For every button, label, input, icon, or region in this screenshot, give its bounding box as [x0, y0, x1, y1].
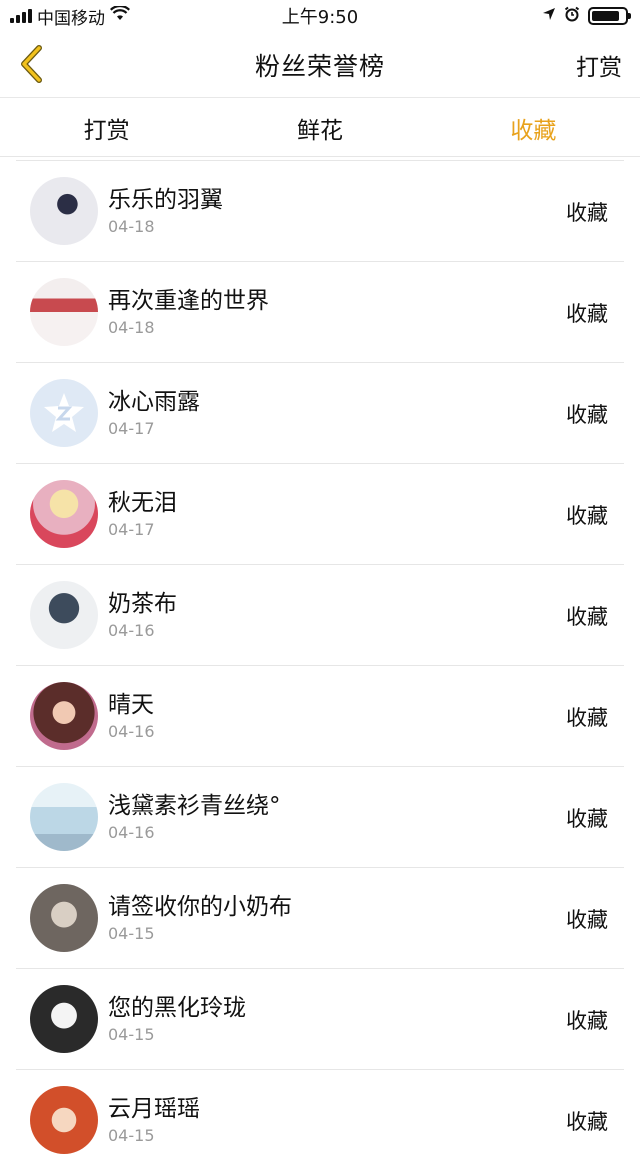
user-name: 云月瑶瑶 — [108, 1096, 200, 1122]
favorite-date: 04-17 — [108, 419, 155, 438]
user-name: 浅黛素衫青丝绕° — [108, 793, 281, 819]
avatar — [30, 480, 98, 548]
action-label: 收藏 — [566, 605, 608, 629]
favorite-date: 04-15 — [108, 924, 155, 943]
reward-button[interactable]: 打赏 — [576, 48, 622, 82]
favorite-date: 04-16 — [108, 722, 155, 741]
signal-icon — [10, 9, 32, 23]
user-name: 冰心雨露 — [108, 389, 200, 415]
tab-flowers[interactable]: 鲜花 — [213, 99, 426, 156]
action-label: 收藏 — [566, 201, 608, 225]
battery-icon — [588, 7, 631, 25]
favorite-date: 04-16 — [108, 621, 155, 640]
action-label: 收藏 — [566, 1110, 608, 1134]
avatar — [30, 783, 98, 851]
action-label: 收藏 — [566, 1009, 608, 1033]
user-name: 奶茶布 — [108, 591, 177, 617]
favorite-date: 04-16 — [108, 823, 155, 842]
tab-bar: 打赏 鲜花 收藏 — [0, 99, 640, 157]
favorite-date: 04-17 — [108, 520, 155, 539]
favorite-date: 04-15 — [108, 1126, 155, 1145]
user-name: 您的黑化玲珑 — [108, 995, 246, 1021]
list-item[interactable]: 再次重逢的世界 04-18 收藏 — [16, 261, 624, 362]
list-item[interactable]: 乐乐的羽翼 04-18 收藏 — [16, 160, 624, 261]
alarm-clock-icon — [564, 6, 580, 27]
tab-reward[interactable]: 打赏 — [0, 99, 213, 156]
list-item[interactable]: 奶茶布 04-16 收藏 — [16, 564, 624, 665]
fan-list: 乐乐的羽翼 04-18 收藏 再次重逢的世界 04-18 收藏 冰心雨露 04-17 … — [16, 160, 624, 1170]
avatar — [30, 884, 98, 952]
avatar — [30, 682, 98, 750]
favorite-date: 04-18 — [108, 217, 155, 236]
user-name: 秋无泪 — [108, 490, 177, 516]
user-name: 请签收你的小奶布 — [108, 894, 292, 920]
favorite-date: 04-18 — [108, 318, 155, 337]
favorite-date: 04-15 — [108, 1025, 155, 1044]
back-button[interactable] — [10, 42, 54, 86]
tab-favorites[interactable]: 收藏 — [427, 99, 640, 156]
status-right — [542, 6, 631, 27]
list-item[interactable]: 晴天 04-16 收藏 — [16, 665, 624, 766]
action-label: 收藏 — [566, 302, 608, 326]
location-arrow-icon — [542, 6, 556, 26]
action-label: 收藏 — [566, 403, 608, 427]
user-name: 再次重逢的世界 — [108, 288, 269, 314]
action-label: 收藏 — [566, 504, 608, 528]
page-title: 粉丝荣誉榜 — [254, 51, 385, 81]
list-item[interactable]: 您的黑化玲珑 04-15 收藏 — [16, 968, 624, 1069]
list-item[interactable]: 请签收你的小奶布 04-15 收藏 — [16, 867, 624, 968]
list-item[interactable]: 冰心雨露 04-17 收藏 — [16, 362, 624, 463]
list-item[interactable]: 秋无泪 04-17 收藏 — [16, 463, 624, 564]
action-label: 收藏 — [566, 807, 608, 831]
status-left: 中国移动 — [10, 4, 130, 29]
nav-bar: 粉丝荣誉榜 打赏 — [0, 32, 640, 98]
wifi-icon — [110, 4, 130, 26]
action-label: 收藏 — [566, 908, 608, 932]
carrier-label: 中国移动 — [37, 8, 105, 29]
avatar — [30, 581, 98, 649]
status-bar: 中国移动 上午9:50 — [0, 0, 640, 32]
avatar — [30, 985, 98, 1053]
avatar — [30, 177, 98, 245]
avatar — [30, 278, 98, 346]
avatar — [30, 1086, 98, 1154]
user-name: 乐乐的羽翼 — [108, 187, 223, 213]
list-item[interactable]: 云月瑶瑶 04-15 收藏 — [16, 1069, 624, 1170]
chevron-left-icon — [21, 45, 42, 83]
action-label: 收藏 — [566, 706, 608, 730]
user-name: 晴天 — [108, 692, 154, 718]
list-item[interactable]: 浅黛素衫青丝绕° 04-16 收藏 — [16, 766, 624, 867]
avatar — [30, 379, 98, 447]
